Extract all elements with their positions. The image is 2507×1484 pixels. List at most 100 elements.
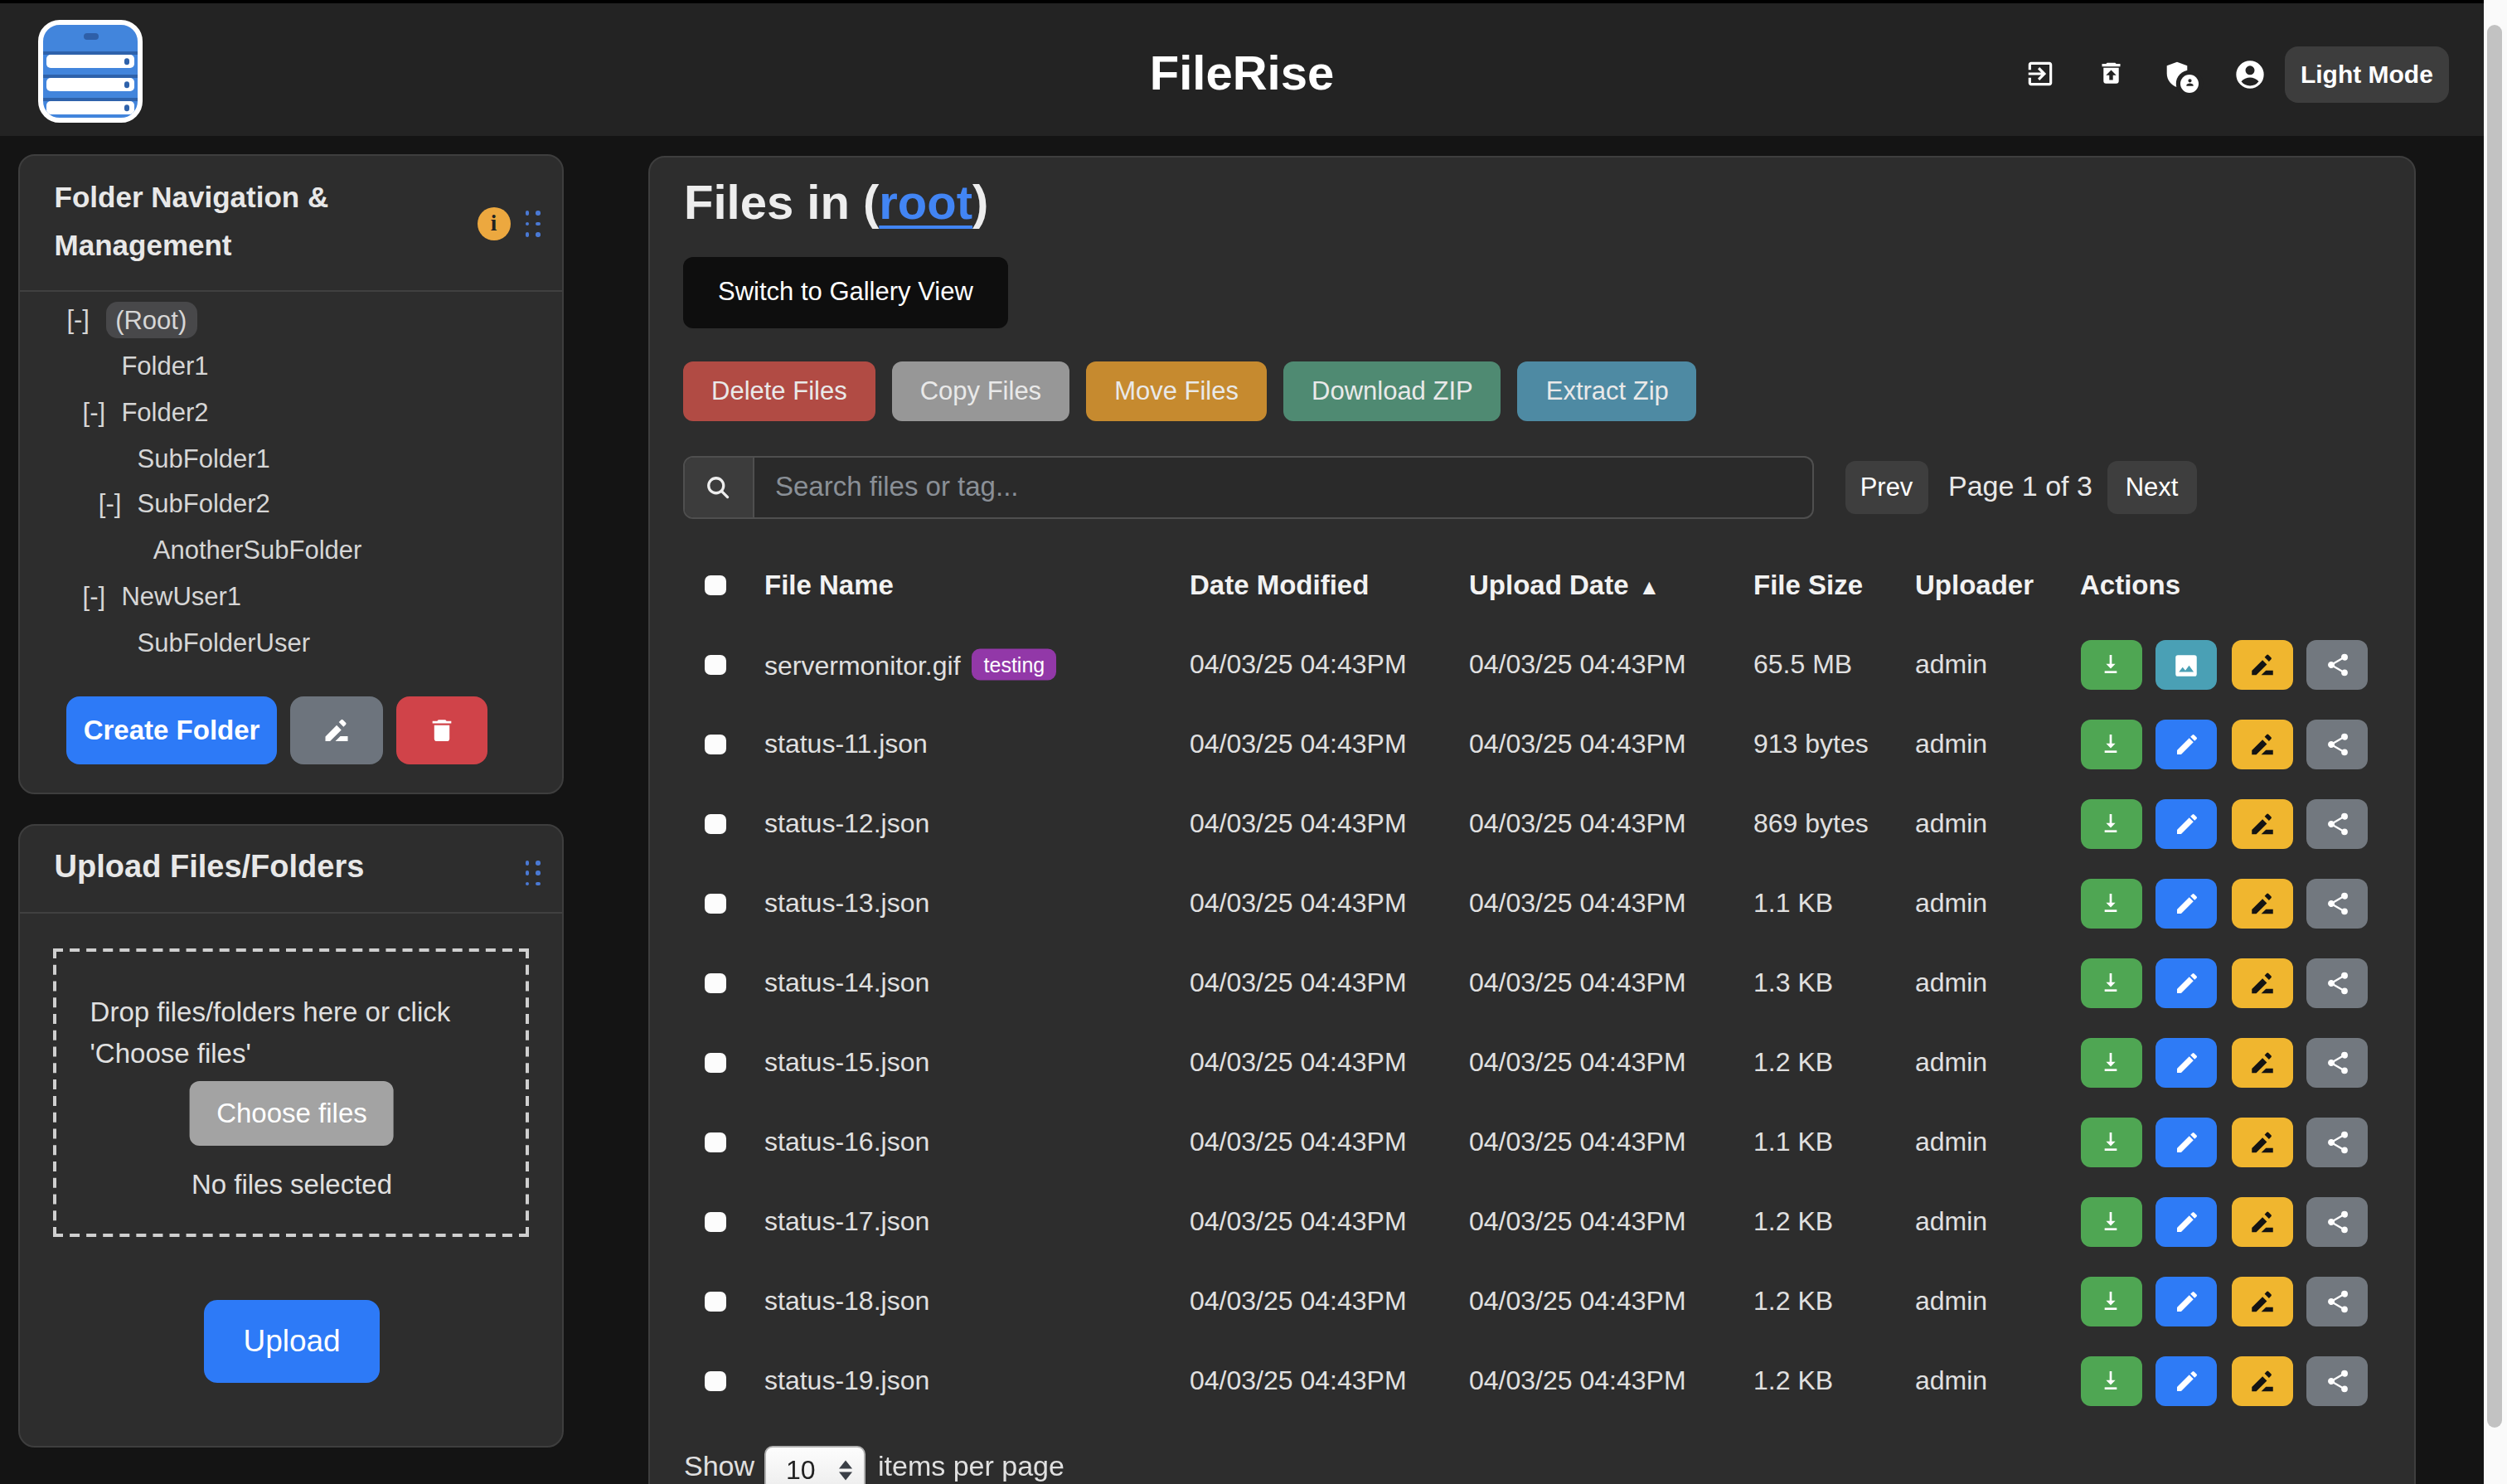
delete-folder-button[interactable] (395, 697, 488, 764)
items-per-page-select[interactable]: 10 (764, 1446, 865, 1484)
column-header-date-modified[interactable]: Date Modified (1190, 570, 1369, 601)
tree-collapse-toggle[interactable]: [-] (99, 482, 138, 528)
edit-file-button[interactable] (2155, 879, 2217, 929)
tree-item-subfolder2[interactable]: [-]SubFolder2 (20, 482, 562, 528)
download-button[interactable] (2080, 958, 2141, 1008)
search-input[interactable] (754, 458, 1812, 516)
download-button[interactable] (2080, 1197, 2141, 1247)
root-folder-link[interactable]: root (879, 175, 972, 228)
tree-item-newuser1[interactable]: [-]NewUser1 (20, 574, 562, 620)
file-name[interactable]: status-11.json (764, 730, 928, 758)
restore-trash-icon[interactable] (2097, 56, 2124, 90)
drag-handle-icon[interactable] (526, 211, 541, 237)
toolbar-button-copy[interactable]: Copy Files (892, 361, 1069, 420)
rename-file-button[interactable] (2231, 958, 2292, 1008)
row-checkbox[interactable] (705, 1212, 726, 1232)
select-all-checkbox[interactable] (705, 575, 726, 595)
account-icon[interactable] (2233, 57, 2267, 90)
download-button[interactable] (2080, 1118, 2141, 1167)
column-header-file-name[interactable]: File Name (764, 570, 894, 601)
tree-item-subfolderuser[interactable]: SubFolderUser (20, 620, 562, 667)
toolbar-button-delete[interactable]: Delete Files (683, 361, 875, 420)
drag-handle-icon[interactable] (526, 861, 541, 886)
download-button[interactable] (2080, 720, 2141, 769)
switch-gallery-view-button[interactable]: Switch to Gallery View (683, 256, 1008, 327)
tree-item-root[interactable]: [-](Root) (20, 298, 562, 344)
share-file-button[interactable] (2306, 958, 2368, 1008)
share-file-button[interactable] (2306, 799, 2368, 849)
rename-file-button[interactable] (2231, 879, 2292, 929)
light-mode-button[interactable]: Light Mode (2286, 46, 2449, 103)
file-name[interactable]: status-12.json (764, 809, 929, 837)
download-button[interactable] (2080, 1356, 2141, 1406)
preview-image-button[interactable] (2155, 640, 2217, 690)
rename-file-button[interactable] (2231, 640, 2292, 690)
column-header-upload-date[interactable]: Upload Date▲ (1469, 570, 1660, 601)
choose-files-button[interactable]: Choose files (190, 1081, 395, 1146)
rename-file-button[interactable] (2231, 799, 2292, 849)
tree-collapse-toggle[interactable]: [-] (83, 574, 122, 620)
download-button[interactable] (2080, 799, 2141, 849)
file-name[interactable]: status-14.json (764, 968, 929, 997)
row-checkbox[interactable] (705, 655, 726, 675)
row-checkbox[interactable] (705, 1132, 726, 1152)
rename-file-button[interactable] (2231, 1277, 2292, 1326)
rename-file-button[interactable] (2231, 1197, 2292, 1247)
toolbar-button-move[interactable]: Move Files (1086, 361, 1267, 420)
rename-file-button[interactable] (2231, 720, 2292, 769)
edit-file-button[interactable] (2155, 1277, 2217, 1326)
edit-file-button[interactable] (2155, 1118, 2217, 1167)
upload-button[interactable]: Upload (203, 1301, 380, 1383)
next-page-button[interactable]: Next (2107, 460, 2196, 514)
download-button[interactable] (2080, 1277, 2141, 1326)
row-checkbox[interactable] (705, 1053, 726, 1073)
scrollbar[interactable] (2483, 0, 2507, 1484)
download-button[interactable] (2080, 879, 2141, 929)
file-name[interactable]: status-17.json (764, 1207, 929, 1235)
rename-file-button[interactable] (2231, 1356, 2292, 1406)
download-button[interactable] (2080, 1038, 2141, 1088)
edit-file-button[interactable] (2155, 799, 2217, 849)
tree-collapse-toggle[interactable]: [-] (83, 390, 122, 436)
row-checkbox[interactable] (705, 1371, 726, 1391)
toolbar-button-extract[interactable]: Extract Zip (1518, 361, 1697, 420)
edit-file-button[interactable] (2155, 720, 2217, 769)
tree-collapse-toggle[interactable]: [-] (66, 298, 105, 344)
file-name[interactable]: status-13.json (764, 889, 929, 917)
share-file-button[interactable] (2306, 640, 2368, 690)
share-file-button[interactable] (2306, 1038, 2368, 1088)
info-icon[interactable]: i (478, 207, 511, 240)
share-file-button[interactable] (2306, 1277, 2368, 1326)
edit-file-button[interactable] (2155, 1038, 2217, 1088)
share-file-button[interactable] (2306, 1197, 2368, 1247)
file-name[interactable]: status-16.json (764, 1128, 929, 1156)
tree-item-folder2[interactable]: [-]Folder2 (20, 390, 562, 436)
row-checkbox[interactable] (705, 814, 726, 834)
share-file-button[interactable] (2306, 1118, 2368, 1167)
rename-file-button[interactable] (2231, 1118, 2292, 1167)
download-button[interactable] (2080, 640, 2141, 690)
tree-item-subfolder1[interactable]: SubFolder1 (20, 435, 562, 482)
row-checkbox[interactable] (705, 735, 726, 754)
share-file-button[interactable] (2306, 879, 2368, 929)
row-checkbox[interactable] (705, 894, 726, 914)
column-header-file-size[interactable]: File Size (1753, 570, 1863, 601)
file-name[interactable]: servermonitor.gif (764, 652, 961, 680)
create-folder-button[interactable]: Create Folder (66, 697, 276, 764)
edit-file-button[interactable] (2155, 958, 2217, 1008)
edit-file-button[interactable] (2155, 1197, 2217, 1247)
row-checkbox[interactable] (705, 973, 726, 993)
file-name[interactable]: status-15.json (764, 1048, 929, 1076)
column-header-uploader[interactable]: Uploader (1915, 570, 2034, 601)
file-name[interactable]: status-18.json (764, 1287, 929, 1315)
logout-icon[interactable] (2025, 57, 2056, 89)
admin-shield-icon[interactable] (2162, 57, 2192, 90)
scrollbar-thumb[interactable] (2487, 25, 2502, 1428)
row-checkbox[interactable] (705, 1292, 726, 1312)
share-file-button[interactable] (2306, 1356, 2368, 1406)
share-file-button[interactable] (2306, 720, 2368, 769)
toolbar-button-zip[interactable]: Download ZIP (1283, 361, 1501, 420)
tree-item-anothersubfolder[interactable]: AnotherSubFolder (20, 528, 562, 575)
tree-item-folder1[interactable]: Folder1 (20, 343, 562, 390)
rename-file-button[interactable] (2231, 1038, 2292, 1088)
